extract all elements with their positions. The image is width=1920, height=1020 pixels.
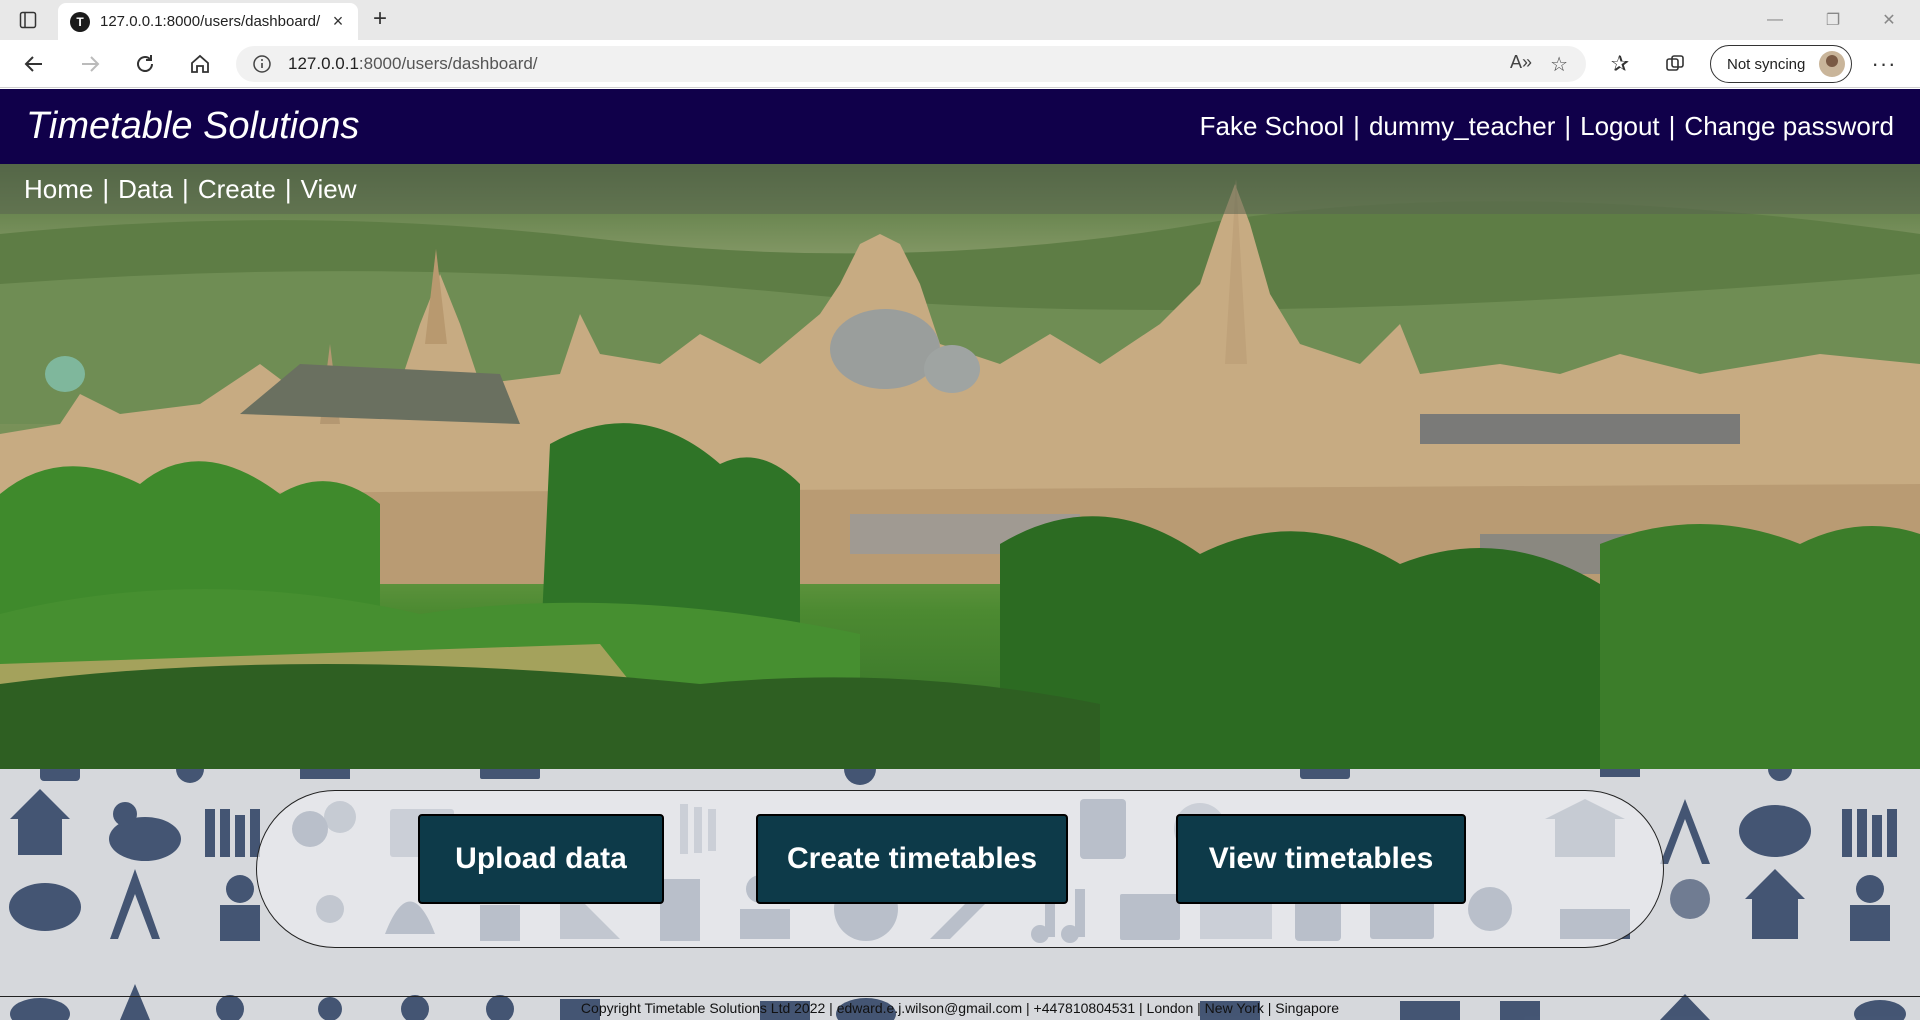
collections-icon[interactable] xyxy=(1661,50,1689,78)
favorites-icon[interactable]: ✰ xyxy=(1606,50,1634,78)
new-tab-icon[interactable]: + xyxy=(368,7,392,32)
restore-icon[interactable]: ❐ xyxy=(1810,6,1856,34)
site-title[interactable]: Timetable Solutions xyxy=(26,105,359,148)
sync-label: Not syncing xyxy=(1727,55,1806,73)
read-aloud-icon[interactable]: A» xyxy=(1510,52,1532,77)
info-icon[interactable] xyxy=(252,54,272,74)
nav-create[interactable]: Create xyxy=(198,174,276,205)
separator: | xyxy=(284,174,292,204)
footer-divider xyxy=(0,996,1920,997)
nav-view[interactable]: View xyxy=(301,174,357,205)
forward-icon[interactable] xyxy=(76,50,104,78)
favicon-icon: T xyxy=(70,11,90,32)
add-favorite-icon[interactable]: ☆ xyxy=(1550,52,1568,77)
footer-text: Copyright Timetable Solutions Ltd 2022 |… xyxy=(580,1000,1340,1016)
user-nav: Fake School | dummy_teacher | Logout | C… xyxy=(1200,111,1894,142)
school-link[interactable]: Fake School xyxy=(1200,111,1345,142)
more-menu-icon[interactable]: ··· xyxy=(1870,50,1898,78)
page-content: Timetable Solutions Fake School | dummy_… xyxy=(0,89,1920,1020)
tab-actions-icon[interactable] xyxy=(16,8,40,32)
browser-tab-bar: T 127.0.0.1:8000/users/dashboard/ × + — … xyxy=(0,0,1920,40)
close-window-icon[interactable]: ✕ xyxy=(1866,6,1912,34)
browser-toolbar: 127.0.0.1:8000/users/dashboard/ A» ☆ ✰ N… xyxy=(0,40,1920,88)
separator: | xyxy=(182,174,189,204)
separator: | xyxy=(1564,111,1572,141)
main-nav: Home | Data | Create | View xyxy=(0,164,1920,214)
hero-image: Home | Data | Create | View xyxy=(0,164,1920,769)
url-text: 127.0.0.1:8000/users/dashboard/ xyxy=(288,54,538,73)
profile-sync-button[interactable]: Not syncing xyxy=(1710,45,1852,83)
oxford-skyline-image xyxy=(0,179,1920,769)
create-timetables-button[interactable]: Create timetables xyxy=(756,814,1068,904)
browser-tab[interactable]: T 127.0.0.1:8000/users/dashboard/ × xyxy=(58,3,358,40)
separator: | xyxy=(1668,111,1676,141)
avatar xyxy=(1819,51,1845,77)
address-bar[interactable]: 127.0.0.1:8000/users/dashboard/ A» ☆ xyxy=(236,46,1586,82)
refresh-icon[interactable] xyxy=(131,50,159,78)
username-link[interactable]: dummy_teacher xyxy=(1369,111,1555,142)
home-icon[interactable] xyxy=(186,50,214,78)
upload-data-button[interactable]: Upload data xyxy=(418,814,664,904)
back-icon[interactable] xyxy=(20,50,48,78)
change-password-link[interactable]: Change password xyxy=(1684,111,1894,142)
logout-link[interactable]: Logout xyxy=(1580,111,1660,142)
close-tab-icon[interactable]: × xyxy=(328,11,348,32)
tab-title: 127.0.0.1:8000/users/dashboard/ xyxy=(100,13,321,30)
nav-home[interactable]: Home xyxy=(24,174,93,205)
school-icon-pattern-section: Upload data Create timetables View timet… xyxy=(0,769,1920,1020)
site-header: Timetable Solutions Fake School | dummy_… xyxy=(0,89,1920,164)
view-timetables-button[interactable]: View timetables xyxy=(1176,814,1466,904)
separator: | xyxy=(1353,111,1360,141)
separator: | xyxy=(102,174,110,204)
minimize-icon[interactable]: — xyxy=(1752,6,1798,34)
nav-data[interactable]: Data xyxy=(118,174,173,205)
